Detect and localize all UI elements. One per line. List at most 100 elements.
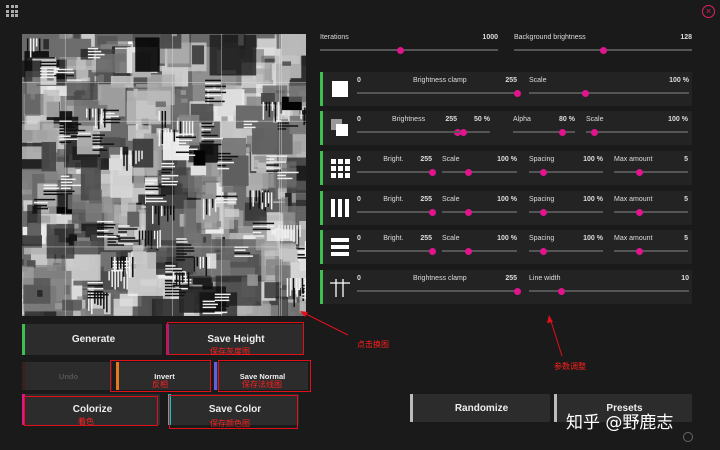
slider-min-value: 0 [357,196,361,203]
slider-track[interactable] [357,211,432,213]
slider-thumb[interactable] [459,129,467,136]
slider-track[interactable] [442,250,517,252]
slider-min-value: 0 [357,116,361,123]
panel-accent-bar [320,72,323,106]
overlapping-squares-icon-glyph [331,119,348,136]
vertical-bars-icon [330,198,350,218]
crossed-lines-icon [330,277,350,297]
slider-control: Spacing 100 % [529,196,603,218]
slider-label: Spacing [529,235,555,242]
annotation-arrowhead-swap [300,311,308,317]
slider-value: 255 [420,156,432,163]
slider-value: 255 [420,196,432,203]
slider-control: Scale 100 % [586,116,688,138]
parameter-panel: 0 Brightness clamp 255 Line width 10 [320,270,692,304]
slider-min-value: 0 [357,275,361,282]
slider-track[interactable] [529,290,689,292]
slider-track[interactable] [320,49,498,51]
slider-control: 0 Brightness clamp 255 [357,275,521,297]
annotation-arrows [300,311,563,357]
slider-label: Alpha [513,116,531,123]
slider-control: Max amount 5 [614,235,688,257]
slider-min-value: 0 [357,156,361,163]
slider-control: Scale 100 % [442,235,517,257]
info-icon[interactable] [683,432,693,442]
slider-value: 100 % [669,77,689,84]
slider-control: Max amount 5 [614,156,688,178]
slider-min-value: 0 [357,77,361,84]
slider-thumb[interactable] [636,209,644,216]
slider-value: 80 % [559,116,575,123]
slider-value: 100 % [497,156,517,163]
slider-label: Brightness clamp [413,77,467,84]
slider-thumb[interactable] [599,47,607,54]
slider-control: 50 % [436,116,490,138]
slider-thumb[interactable] [540,248,548,255]
slider-track[interactable] [357,92,517,94]
slider-thumb[interactable] [464,248,472,255]
slider-label: Bright. [383,196,404,203]
annotation-arrow-swap [301,311,349,336]
slider-thumb[interactable] [557,288,565,295]
slider-label: Brightness clamp [413,275,467,282]
slider-thumb[interactable] [636,248,644,255]
slider-label: Scale [442,156,460,163]
slider-control: Iterations 1000 [320,34,498,56]
parameter-panel: 0 Brightness 255 50 % Alpha 80 % Scale 100 % [320,111,692,145]
slider-track[interactable] [614,171,688,173]
slider-thumb[interactable] [428,248,436,255]
slider-value: 100 % [583,235,603,242]
annotation-arrow-params [549,317,563,357]
slider-track[interactable] [529,92,689,94]
slider-label: Scale [529,77,547,84]
slider-track[interactable] [442,211,517,213]
slider-label: Scale [442,235,460,242]
slider-value: 255 [505,275,517,282]
horizontal-bars-icon [330,237,350,257]
slider-thumb[interactable] [428,169,436,176]
slider-control: 0 Brightness clamp 255 [357,77,521,99]
slider-thumb[interactable] [636,169,644,176]
slider-thumb[interactable] [590,129,598,136]
slider-value: 100 % [583,156,603,163]
slider-value: 50 % [474,116,490,123]
slider-value: 100 % [668,116,688,123]
slider-control: 0 Bright. 255 [357,235,436,257]
slider-thumb[interactable] [559,129,567,136]
slider-thumb[interactable] [540,209,548,216]
slider-thumb[interactable] [513,90,521,97]
parameter-panel: 0 Bright. 255 Scale 100 % Spacing 100 % Max amo… [320,230,692,264]
slider-label: Spacing [529,156,555,163]
panel-accent-bar [320,230,323,264]
parameter-panel: 0 Bright. 255 Scale 100 % Spacing 100 % Max amo… [320,191,692,225]
slider-track[interactable] [586,131,688,133]
slider-thumb[interactable] [464,169,472,176]
slider-track[interactable] [614,211,688,213]
slider-thumb[interactable] [428,209,436,216]
slider-thumb[interactable] [396,47,404,54]
parameter-panel: 0 Bright. 255 Scale 100 % Spacing 100 % Max amo… [320,151,692,185]
slider-value: 1000 [482,34,498,41]
slider-control: Max amount 5 [614,196,688,218]
slider-label: Max amount [614,156,653,163]
slider-label: Scale [586,116,604,123]
slider-thumb[interactable] [581,90,589,97]
slider-track[interactable] [357,250,432,252]
slider-track[interactable] [442,171,517,173]
slider-thumb[interactable] [464,209,472,216]
slider-control: 0 Bright. 255 [357,156,436,178]
slider-control: Scale 100 % [442,196,517,218]
slider-track[interactable] [614,250,688,252]
slider-track[interactable] [357,171,432,173]
slider-value: 5 [684,156,688,163]
watermark: 知乎 @野鹿志 [566,413,674,433]
parameter-panel: 0 Brightness clamp 255 Scale 100 % [320,72,692,106]
panel-accent-bar [320,151,323,185]
panel-accent-bar [320,111,323,145]
slider-track[interactable] [357,290,517,292]
slider-thumb[interactable] [513,288,521,295]
slider-value: 255 [420,235,432,242]
slider-control: Scale 100 % [442,156,517,178]
slider-thumb[interactable] [540,169,548,176]
slider-control: Background brightness 128 [514,34,692,56]
